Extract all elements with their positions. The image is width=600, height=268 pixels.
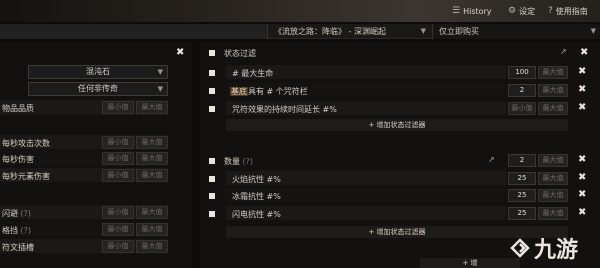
remove-icon[interactable]: ✖ bbox=[578, 102, 586, 113]
max-input[interactable]: 最大值 bbox=[136, 169, 168, 182]
count-group-title: 数量 (?) bbox=[224, 157, 254, 166]
add-filter-button[interactable]: + 增 bbox=[420, 258, 520, 268]
settings-button[interactable]: ⚙ 设定 bbox=[508, 4, 535, 18]
remove-icon[interactable]: ✖ bbox=[578, 84, 586, 95]
gear-icon: ⚙ bbox=[508, 6, 517, 16]
min-input[interactable]: 最小值 bbox=[102, 206, 134, 219]
history-button[interactable]: ☰ History bbox=[452, 4, 492, 18]
max-input[interactable]: 最大值 bbox=[538, 102, 568, 115]
watermark-logo: 九游 bbox=[508, 228, 600, 268]
stat-label: 每秒伤害 bbox=[2, 155, 34, 164]
max-input[interactable]: 最大值 bbox=[136, 223, 168, 236]
edit-icon[interactable]: ↗ bbox=[560, 47, 567, 56]
history-icon: ☰ bbox=[452, 6, 461, 16]
group-checkbox[interactable] bbox=[209, 158, 215, 164]
min-input[interactable]: 最小值 bbox=[102, 169, 134, 182]
remove-icon[interactable]: ✖ bbox=[578, 189, 586, 200]
filter-label: 基底具有 # 个咒符栏 bbox=[230, 87, 308, 96]
max-input[interactable]: 最大值 bbox=[136, 152, 168, 165]
filter-group-title: 状态过滤 bbox=[224, 49, 256, 58]
max-input[interactable]: 最大值 bbox=[538, 172, 568, 185]
remove-icon[interactable]: ✖ bbox=[578, 66, 586, 77]
count-min-input[interactable]: 2 bbox=[508, 154, 536, 167]
min-input[interactable]: 最小值 bbox=[508, 102, 536, 115]
close-icon[interactable]: ✖ bbox=[580, 47, 588, 58]
group-checkbox[interactable] bbox=[209, 50, 215, 56]
min-input[interactable]: 25 bbox=[508, 172, 536, 185]
close-icon[interactable]: ✖ bbox=[578, 154, 586, 165]
max-input[interactable]: 最大值 bbox=[538, 189, 568, 202]
remove-icon[interactable]: ✖ bbox=[578, 172, 586, 183]
stat-label: 每秒元素伤害 bbox=[2, 172, 50, 181]
league-select[interactable]: 《流放之路：降临》 - 深渊崛起 ▼ bbox=[268, 24, 430, 39]
filter-checkbox[interactable] bbox=[209, 88, 215, 94]
edit-icon[interactable]: ↗ bbox=[488, 155, 495, 164]
min-input[interactable]: 25 bbox=[508, 189, 536, 202]
min-input[interactable]: 最小值 bbox=[102, 152, 134, 165]
min-input[interactable]: 最小值 bbox=[102, 136, 134, 149]
filter-checkbox[interactable] bbox=[209, 176, 215, 182]
filter-checkbox[interactable] bbox=[209, 70, 215, 76]
filter-checkbox[interactable] bbox=[209, 211, 215, 217]
chevron-down-icon: ▼ bbox=[157, 85, 163, 93]
filter-label: 闪电抗性 #% bbox=[232, 210, 281, 219]
filter-label: 冰霜抗性 #% bbox=[232, 192, 281, 201]
min-input[interactable]: 最小值 bbox=[102, 223, 134, 236]
defense-label: 格挡 (?) bbox=[2, 226, 32, 235]
remove-icon[interactable]: ✖ bbox=[578, 207, 586, 218]
stat-label: 每秒攻击次数 bbox=[2, 139, 50, 148]
mode-select[interactable]: 仅立即购买 ▼ bbox=[432, 24, 600, 39]
filter-label: # 最大生命 bbox=[232, 69, 274, 78]
filter-checkbox[interactable] bbox=[209, 193, 215, 199]
filter-label: 咒符效果的持续时间延长 #% bbox=[232, 105, 337, 114]
max-input[interactable]: 最大值 bbox=[136, 101, 168, 114]
max-input[interactable]: 最大值 bbox=[136, 136, 168, 149]
item-quality-label: 物品品质 bbox=[2, 104, 34, 113]
max-input[interactable]: 最大值 bbox=[538, 84, 568, 97]
add-filter-button[interactable]: + 增加状态过滤器 bbox=[226, 119, 568, 131]
close-icon[interactable]: ✖ bbox=[176, 47, 184, 58]
max-input[interactable]: 最大值 bbox=[136, 240, 168, 253]
search-input[interactable] bbox=[0, 24, 268, 39]
count-max-input[interactable]: 最大值 bbox=[538, 154, 568, 167]
max-input[interactable]: 最大值 bbox=[136, 206, 168, 219]
rarity-select[interactable]: 任何非传奇 ▼ bbox=[28, 82, 168, 96]
max-input[interactable]: 最大值 bbox=[538, 207, 568, 220]
min-input[interactable]: 25 bbox=[508, 207, 536, 220]
filter-checkbox[interactable] bbox=[209, 106, 215, 112]
defense-label: 闪避 (?) bbox=[2, 209, 32, 218]
min-input[interactable]: 最小值 bbox=[102, 101, 134, 114]
min-input[interactable]: 最小值 bbox=[102, 240, 134, 253]
filter-label: 火焰抗性 #% bbox=[232, 175, 281, 184]
min-input[interactable]: 2 bbox=[508, 84, 536, 97]
guide-button[interactable]: ? 使用指南 bbox=[548, 4, 588, 18]
chevron-down-icon: ▼ bbox=[590, 27, 596, 35]
logo-icon bbox=[510, 238, 530, 258]
min-input[interactable]: 100 bbox=[508, 66, 536, 79]
currency-select[interactable]: 混沌石 ▼ bbox=[28, 65, 168, 79]
max-input[interactable]: 最大值 bbox=[538, 66, 568, 79]
chevron-down-icon: ▼ bbox=[420, 27, 426, 35]
chevron-down-icon: ▼ bbox=[157, 68, 163, 76]
defense-label: 符文插槽 bbox=[2, 243, 34, 252]
help-icon: ? bbox=[548, 6, 553, 16]
